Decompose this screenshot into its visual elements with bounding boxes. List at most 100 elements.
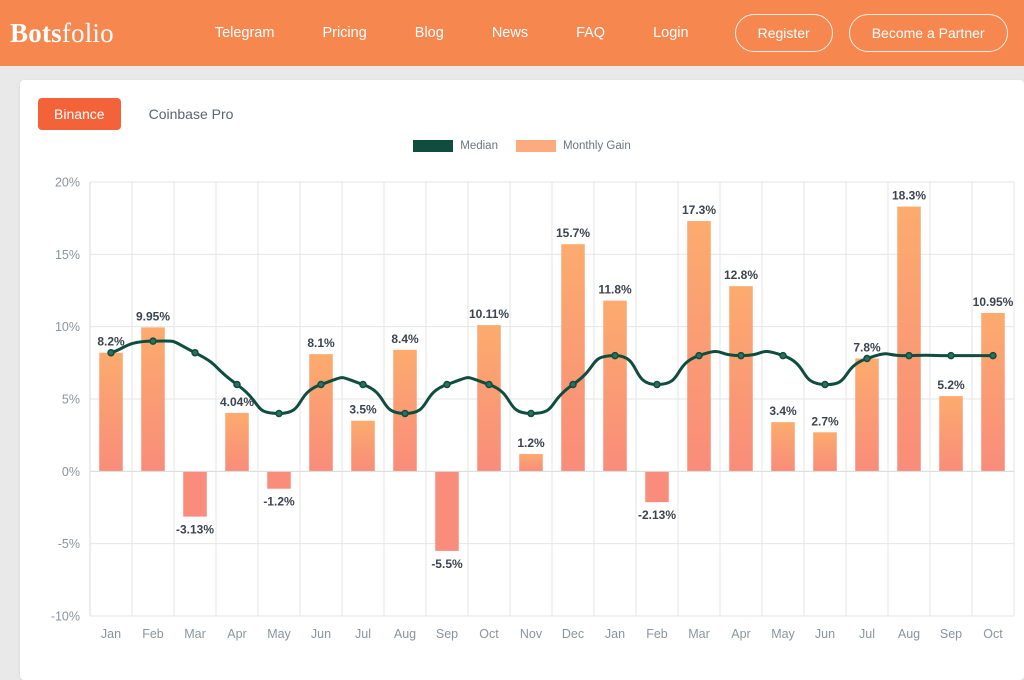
y-axis-tick-label: 15%: [55, 248, 80, 262]
x-axis-tick-label: Sep: [940, 627, 962, 641]
median-data-point[interactable]: [737, 351, 745, 360]
y-axis-tick-label: -10%: [51, 610, 80, 624]
bar-value-label: 3.5%: [349, 403, 377, 417]
nav-item-blog[interactable]: Blog: [391, 25, 468, 41]
bar-monthly-gain[interactable]: [729, 286, 753, 472]
brand-logo-light: folio: [61, 17, 114, 48]
bar-monthly-gain[interactable]: [603, 300, 627, 472]
become-partner-button[interactable]: Become a Partner: [848, 14, 1008, 52]
median-data-point[interactable]: [233, 380, 241, 389]
chart-card: Binance Coinbase Pro Median Monthly Gain…: [20, 80, 1024, 680]
bar-monthly-gain[interactable]: [687, 221, 711, 472]
y-axis-tick-label: -5%: [58, 537, 80, 551]
y-axis-tick-label: 0%: [62, 465, 80, 479]
bar-monthly-gain[interactable]: [267, 471, 291, 489]
median-data-point[interactable]: [905, 351, 913, 360]
bar-monthly-gain[interactable]: [561, 244, 585, 472]
chart-legend: Median Monthly Gain: [20, 140, 1024, 152]
x-axis-tick-label: Jul: [355, 627, 371, 641]
chart-area: 20% 15% 10% 5% 0% -5% -10% 8.2% 9.95% -3.13% 4.04%…: [20, 160, 1024, 660]
median-data-point[interactable]: [527, 409, 535, 418]
bar-value-label: 3.4%: [769, 404, 797, 418]
median-data-point[interactable]: [695, 351, 703, 360]
bar-value-label: 10.11%: [469, 307, 509, 321]
median-data-point[interactable]: [485, 380, 493, 389]
median-data-point[interactable]: [569, 380, 577, 389]
median-data-point[interactable]: [275, 409, 283, 418]
monthly-gain-chart[interactable]: 20%15%10%5%0%-5%-10%8.2%9.95%-3.13%4.04%…: [20, 160, 1024, 660]
bar-value-label: 8.2%: [97, 335, 125, 349]
median-data-point[interactable]: [191, 348, 199, 357]
nav-item-pricing[interactable]: Pricing: [298, 25, 390, 41]
x-axis-tick-label: Apr: [731, 627, 750, 641]
median-data-point[interactable]: [149, 337, 157, 345]
x-axis-tick-label: Sep: [436, 627, 458, 641]
bar-value-label: 15.7%: [556, 226, 590, 240]
bar-monthly-gain[interactable]: [813, 432, 837, 472]
bar-monthly-gain[interactable]: [351, 420, 375, 472]
nav-item-news[interactable]: News: [468, 25, 552, 41]
median-data-point[interactable]: [821, 380, 829, 389]
bar-monthly-gain[interactable]: [897, 206, 921, 472]
legend-label-median: Median: [460, 140, 498, 152]
legend-swatch-median-icon: [413, 140, 454, 152]
bar-monthly-gain[interactable]: [939, 396, 963, 472]
x-axis-tick-label: Feb: [646, 627, 668, 641]
y-axis-tick-label: 5%: [62, 393, 80, 407]
median-data-point[interactable]: [947, 351, 955, 360]
median-data-point[interactable]: [611, 351, 619, 360]
bar-value-label: 5.2%: [937, 378, 965, 392]
bar-value-label: -2.13%: [638, 508, 676, 522]
x-axis-tick-label: May: [267, 627, 291, 641]
bar-value-label: -5.5%: [431, 557, 463, 571]
median-data-point[interactable]: [779, 351, 787, 360]
bar-monthly-gain[interactable]: [771, 422, 795, 472]
median-data-point[interactable]: [359, 380, 367, 389]
bar-monthly-gain[interactable]: [645, 471, 669, 503]
bar-monthly-gain[interactable]: [225, 412, 249, 472]
bar-monthly-gain[interactable]: [99, 352, 123, 472]
median-data-point[interactable]: [989, 351, 997, 360]
bar-value-label: 8.4%: [391, 332, 419, 346]
bar-value-label: 7.8%: [853, 340, 881, 354]
legend-item-median[interactable]: Median: [413, 140, 498, 152]
bar-value-label: 12.8%: [724, 268, 758, 282]
main-navigation: Telegram Pricing Blog News FAQ Login Reg…: [191, 14, 1024, 52]
nav-item-faq[interactable]: FAQ: [552, 25, 629, 41]
bar-value-label: 10.95%: [973, 295, 1014, 309]
y-axis-tick-label: 10%: [55, 320, 80, 334]
tab-coinbase-pro[interactable]: Coinbase Pro: [133, 98, 250, 130]
bar-monthly-gain[interactable]: [477, 325, 501, 472]
register-button[interactable]: Register: [734, 14, 833, 52]
nav-item-login[interactable]: Login: [629, 25, 712, 41]
x-axis-tick-label: Jan: [605, 627, 625, 641]
bar-monthly-gain[interactable]: [309, 354, 333, 472]
brand-logo[interactable]: Botsfolio: [10, 18, 114, 49]
bar-monthly-gain[interactable]: [855, 358, 879, 472]
x-axis-tick-label: Aug: [898, 627, 920, 641]
x-axis-tick-label: Oct: [983, 627, 1003, 641]
median-data-point[interactable]: [443, 380, 451, 389]
bar-monthly-gain[interactable]: [519, 453, 543, 472]
x-axis-tick-label: Oct: [479, 627, 499, 641]
bar-value-label: 9.95%: [136, 309, 170, 323]
bar-monthly-gain[interactable]: [183, 471, 207, 517]
bar-value-label: 1.2%: [517, 436, 545, 450]
median-data-point[interactable]: [863, 354, 871, 363]
bar-monthly-gain[interactable]: [435, 471, 459, 551]
tab-binance[interactable]: Binance: [38, 98, 121, 130]
bar-value-label: 11.8%: [598, 283, 632, 297]
x-axis-tick-label: Nov: [520, 627, 543, 641]
x-axis-tick-label: Dec: [562, 627, 584, 641]
legend-item-monthly-gain[interactable]: Monthly Gain: [515, 140, 631, 152]
bar-monthly-gain[interactable]: [981, 312, 1005, 472]
median-data-point[interactable]: [401, 409, 409, 418]
x-axis-tick-label: Jun: [815, 627, 835, 641]
bar-value-label: 2.7%: [811, 414, 839, 428]
median-data-point[interactable]: [107, 348, 115, 357]
y-axis-tick-label: 20%: [55, 176, 80, 190]
median-data-point[interactable]: [653, 380, 661, 389]
nav-item-telegram[interactable]: Telegram: [191, 25, 299, 41]
bar-monthly-gain[interactable]: [141, 327, 165, 472]
median-data-point[interactable]: [317, 380, 325, 389]
